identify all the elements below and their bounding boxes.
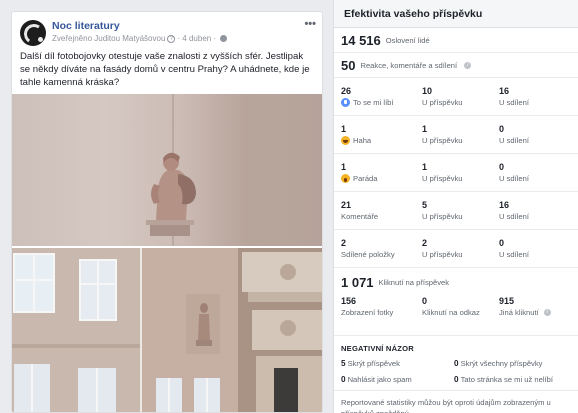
- published-by[interactable]: Zveřejněno Juditou Matyášovou: [52, 34, 165, 43]
- clicks-label: Kliknutí na příspěvek: [378, 278, 450, 287]
- clicks-value: 1 071: [341, 275, 374, 290]
- info-icon[interactable]: i: [464, 61, 472, 69]
- comments-row: 21 Komentáře 5 U příspěvku 16 U sdílení: [334, 192, 578, 230]
- comments-total: 21: [341, 200, 352, 210]
- haha-label: Haha: [353, 136, 372, 145]
- other-clicks-value: 915: [499, 296, 515, 306]
- hide-all-stat: 0 Skrýt všechny příspěvky: [454, 359, 542, 368]
- comments-on-post: 5: [422, 200, 428, 210]
- post-meta: Zveřejněno Juditou Matyášovou ? · 4 dube…: [52, 34, 228, 43]
- post-date[interactable]: · 4 duben ·: [177, 34, 216, 43]
- globe-icon: [220, 35, 228, 42]
- likes-label: To se mi líbí: [353, 98, 394, 107]
- hide-post-stat: 5 Skrýt příspěvek: [341, 359, 400, 368]
- reach-value: 14 516: [341, 32, 381, 48]
- comments-label: Komentáře: [341, 212, 379, 221]
- post-header: Noc literatury Zveřejněno Juditou Matyáš…: [12, 12, 322, 48]
- stats-footer-note: Reportované statistiky můžou být oproti …: [341, 398, 551, 413]
- photo-views-label: Zobrazení fotky: [341, 308, 394, 317]
- info-icon[interactable]: i: [543, 309, 551, 316]
- post-photo-building-facade[interactable]: [12, 248, 322, 412]
- post-card: Noc literatury Zveřejněno Juditou Matyáš…: [11, 11, 323, 413]
- wow-label: Paráda: [353, 174, 378, 183]
- reach-label: Oslovení lidé: [385, 35, 430, 45]
- comments-on-shares: 16: [499, 200, 510, 210]
- report-spam-label: Nahlásit jako spam: [347, 375, 412, 384]
- link-clicks-value: 0: [422, 296, 428, 306]
- reach-row: 14 516 Oslovení lidé: [334, 28, 578, 53]
- on-post-label: U příspěvku: [422, 98, 463, 107]
- on-shares-label: U sdílení: [499, 136, 529, 145]
- on-shares-label: U sdílení: [499, 174, 529, 183]
- help-icon[interactable]: ?: [167, 34, 176, 43]
- engagement-value: 50: [341, 57, 356, 73]
- like-icon: [341, 98, 350, 107]
- on-shares-label: U sdílení: [499, 98, 529, 107]
- haha-total: 1: [341, 124, 347, 134]
- wow-total: 1: [341, 162, 347, 172]
- negative-feedback-grid: 5 Skrýt příspěvek 0 Skrýt všechny příspěvk…: [334, 357, 578, 391]
- haha-on-shares: 0: [499, 124, 505, 134]
- shares-label: Sdílené položky: [341, 250, 395, 259]
- shares-total: 2: [341, 238, 347, 248]
- likes-on-post: 10: [422, 86, 433, 96]
- hide-post-value: 5: [341, 359, 346, 368]
- clicks-block: 1 071 Kliknutí na příspěvek 156 Zobrazen…: [334, 268, 578, 336]
- statue-closeup: [146, 152, 196, 236]
- shares-on-shares: 0: [499, 238, 505, 248]
- wow-row: 1 Paráda 1 U příspěvku 0 U sdílení: [334, 154, 578, 192]
- negative-feedback-title: NEGATIVNÍ NÁZOR: [341, 344, 414, 353]
- more-options-icon[interactable]: •••: [304, 18, 316, 30]
- link-clicks-label: Kliknutí na odkaz: [422, 308, 480, 317]
- page-name-link[interactable]: Noc literatury: [52, 20, 120, 32]
- wow-on-shares: 0: [499, 162, 505, 172]
- on-post-label: U příspěvku: [422, 212, 463, 221]
- on-post-label: U příspěvku: [422, 250, 463, 259]
- unlike-page-label: Tato stránka se mi už nelíbí: [460, 375, 553, 384]
- haha-on-post: 1: [422, 124, 428, 134]
- building-facade: [12, 248, 322, 412]
- likes-on-shares: 16: [499, 86, 510, 96]
- unlike-page-stat: 0 Tato stránka se mi už nelíbí: [454, 375, 553, 384]
- likes-row: 26 To se mi líbí 10 U příspěvku 16 U sdí…: [334, 78, 578, 116]
- wall-shadow: [244, 94, 322, 246]
- on-post-label: U příspěvku: [422, 136, 463, 145]
- photo-views-value: 156: [341, 296, 357, 306]
- report-spam-value: 0: [341, 375, 346, 384]
- likes-total: 26: [341, 86, 352, 96]
- other-clicks-label: Jiná kliknutí: [499, 308, 539, 317]
- hide-all-value: 0: [454, 359, 459, 368]
- on-shares-label: U sdílení: [499, 212, 529, 221]
- post-photo-statue-closeup[interactable]: [12, 94, 322, 248]
- hide-post-label: Skrýt příspěvek: [347, 359, 400, 368]
- wow-on-post: 1: [422, 162, 428, 172]
- on-shares-label: U sdílení: [499, 250, 529, 259]
- engagement-label: Reakce, komentáře a sdílení: [360, 60, 458, 70]
- page-avatar[interactable]: [20, 20, 46, 46]
- unlike-page-value: 0: [454, 375, 459, 384]
- report-spam-stat: 0 Nahlásit jako spam: [341, 375, 412, 384]
- post-performance-panel: Efektivita vašeho příspěvku 14 516 Oslov…: [333, 0, 578, 413]
- panel-title: Efektivita vašeho příspěvku: [334, 0, 578, 28]
- shares-row: 2 Sdílené položky 2 U příspěvku 0 U sdíl…: [334, 230, 578, 268]
- haha-icon: [341, 136, 350, 145]
- engagement-row: 50 Reakce, komentáře a sdílení i: [334, 53, 578, 78]
- shares-on-post: 2: [422, 238, 428, 248]
- wow-icon: [341, 174, 350, 183]
- hide-all-label: Skrýt všechny příspěvky: [460, 359, 543, 368]
- haha-row: 1 Haha 1 U příspěvku 0 U sdílení: [334, 116, 578, 154]
- on-post-label: U příspěvku: [422, 174, 463, 183]
